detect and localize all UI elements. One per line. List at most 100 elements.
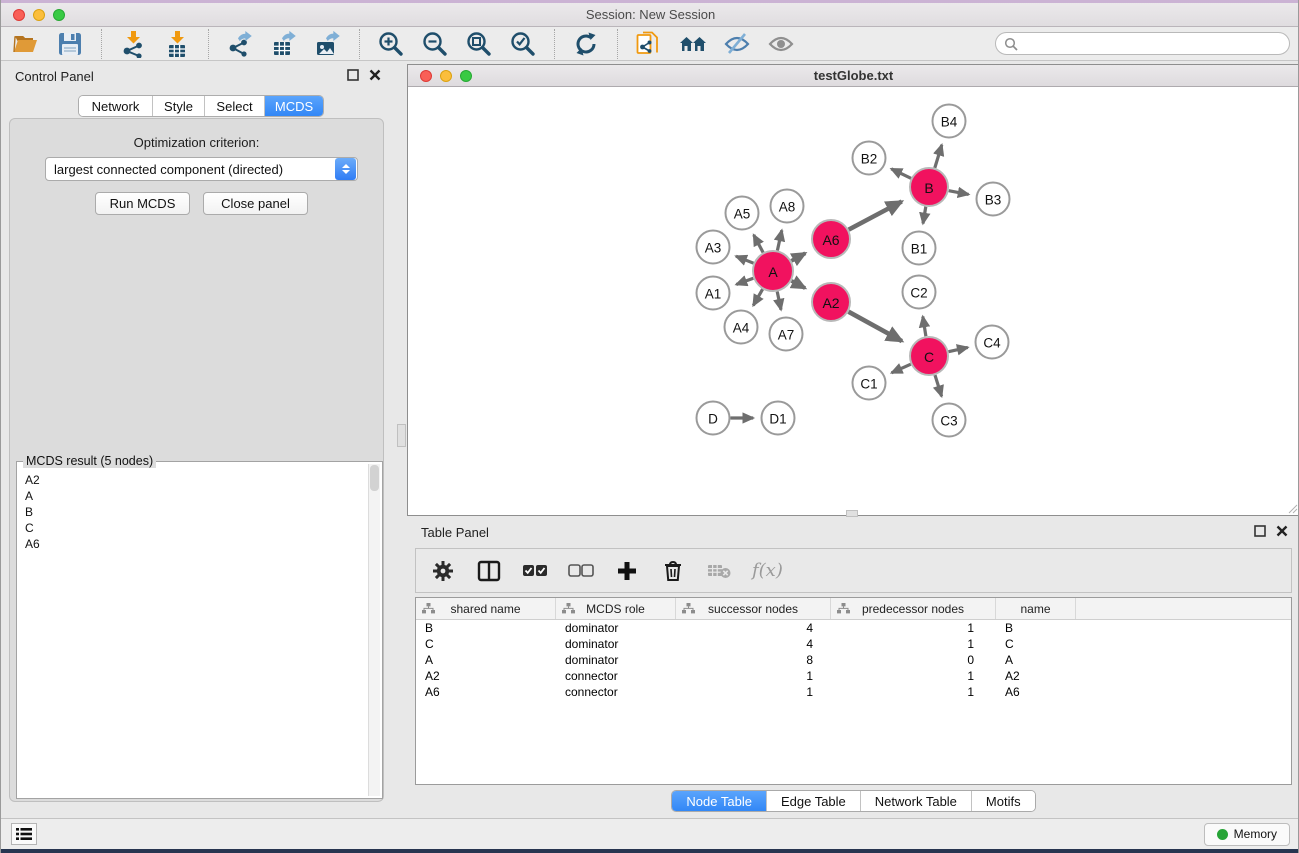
node-label-B: B xyxy=(924,180,933,196)
column-header-mcds-role[interactable]: MCDS role xyxy=(556,598,676,619)
table-row[interactable]: Adominator 80 A xyxy=(416,652,1291,668)
edge-A-A5[interactable] xyxy=(754,235,763,253)
column-header-shared-name[interactable]: shared name xyxy=(416,598,556,619)
save-session-icon[interactable] xyxy=(55,29,85,59)
memory-label: Memory xyxy=(1234,827,1277,841)
edge-B-B4[interactable] xyxy=(935,145,942,168)
column-header-name[interactable]: name xyxy=(996,598,1076,619)
node-label-A4: A4 xyxy=(733,321,750,336)
create-column-icon[interactable] xyxy=(614,558,640,584)
deselect-all-columns-icon[interactable] xyxy=(568,558,594,584)
edge-A-A1[interactable] xyxy=(736,278,753,284)
control-panel: Control Panel Network Style Select MCDS … xyxy=(1,61,391,818)
edge-A2-C[interactable] xyxy=(849,312,902,341)
export-image-icon[interactable] xyxy=(313,29,343,59)
delete-column-icon[interactable] xyxy=(660,558,686,584)
first-neighbors-icon[interactable] xyxy=(678,29,708,59)
new-network-from-selection-icon[interactable] xyxy=(634,29,664,59)
close-panel-button[interactable]: Close panel xyxy=(203,192,308,215)
tab-select[interactable]: Select xyxy=(205,96,265,116)
tab-style[interactable]: Style xyxy=(153,96,205,116)
list-item[interactable]: C xyxy=(25,520,40,536)
edge-A-A2[interactable] xyxy=(792,281,806,288)
tab-edge-table[interactable]: Edge Table xyxy=(767,791,861,811)
zoom-out-icon[interactable] xyxy=(420,29,450,59)
table-header-row: shared name MCDS role successor nodes pr… xyxy=(416,598,1291,620)
open-session-icon[interactable] xyxy=(11,29,41,59)
zoom-fit-icon[interactable] xyxy=(464,29,494,59)
function-builder-icon: f(x) xyxy=(752,560,783,581)
status-bar: Memory xyxy=(1,818,1299,849)
edge-A6-B[interactable] xyxy=(849,202,902,230)
edge-A-A8[interactable] xyxy=(777,230,781,250)
close-table-panel-icon[interactable] xyxy=(1276,525,1288,537)
float-table-panel-icon[interactable] xyxy=(1254,525,1266,537)
show-column-panel-icon[interactable] xyxy=(476,558,502,584)
toolbar-separator xyxy=(554,29,555,59)
list-item[interactable]: B xyxy=(25,504,40,520)
list-item[interactable]: A6 xyxy=(25,536,40,552)
edge-A-A4[interactable] xyxy=(753,289,762,305)
edge-A-A3[interactable] xyxy=(736,256,754,263)
edge-B-B1[interactable] xyxy=(923,207,926,224)
table-row[interactable]: A2connector 11 A2 xyxy=(416,668,1291,684)
tab-network-table[interactable]: Network Table xyxy=(861,791,972,811)
select-all-columns-icon[interactable] xyxy=(522,558,548,584)
import-table-icon[interactable] xyxy=(162,29,192,59)
tab-mcds[interactable]: MCDS xyxy=(265,96,323,116)
column-header-predecessor-nodes[interactable]: predecessor nodes xyxy=(831,598,996,619)
list-item[interactable]: A2 xyxy=(25,472,40,488)
tab-network[interactable]: Network xyxy=(79,96,153,116)
export-table-icon[interactable] xyxy=(269,29,299,59)
node-label-B2: B2 xyxy=(861,152,878,167)
resize-grip-icon[interactable] xyxy=(1286,502,1298,514)
column-header-empty xyxy=(1076,598,1291,619)
column-header-successor-nodes[interactable]: successor nodes xyxy=(676,598,831,619)
network-canvas[interactable]: AA1A2A3A4A5A6A7A8BB1B2B3B4CC1C2C3C4DD1 xyxy=(408,88,1299,515)
vertical-split-grabber[interactable] xyxy=(397,424,406,447)
node-label-A3: A3 xyxy=(705,241,722,256)
edge-B-B2[interactable] xyxy=(891,169,911,179)
memory-button[interactable]: Memory xyxy=(1204,823,1290,846)
criterion-value: largest connected component (directed) xyxy=(46,162,335,177)
shared-column-icon xyxy=(562,603,575,614)
search-box[interactable] xyxy=(995,32,1290,55)
table-row[interactable]: Bdominator 41 B xyxy=(416,620,1291,636)
list-item[interactable]: A xyxy=(25,488,40,504)
zoom-selected-icon[interactable] xyxy=(508,29,538,59)
table-settings-gear-icon[interactable] xyxy=(430,558,456,584)
show-all-icon[interactable] xyxy=(766,29,796,59)
edge-C-C1[interactable] xyxy=(892,364,911,373)
control-panel-title: Control Panel xyxy=(15,69,94,84)
hide-selected-icon[interactable] xyxy=(722,29,752,59)
node-label-C: C xyxy=(924,349,934,365)
zoom-in-icon[interactable] xyxy=(376,29,406,59)
float-panel-icon[interactable] xyxy=(347,69,359,81)
tab-node-table[interactable]: Node Table xyxy=(672,791,767,811)
edge-C-C3[interactable] xyxy=(935,375,942,396)
node-label-A6: A6 xyxy=(822,232,839,248)
table-row[interactable]: Cdominator 41 C xyxy=(416,636,1291,652)
result-scrollbar[interactable] xyxy=(368,464,380,796)
import-network-icon[interactable] xyxy=(118,29,148,59)
edge-A-A7[interactable] xyxy=(777,292,781,310)
horizontal-split-grabber[interactable] xyxy=(846,510,858,517)
task-history-button[interactable] xyxy=(11,823,37,845)
close-panel-icon[interactable] xyxy=(369,69,381,81)
mcds-result-box: MCDS result (5 nodes) A2 A B C A6 xyxy=(16,461,383,799)
search-input[interactable] xyxy=(1023,37,1281,51)
edge-C-C4[interactable] xyxy=(949,347,968,351)
application-window: Session: New Session xyxy=(0,0,1299,853)
edge-A-A6[interactable] xyxy=(791,253,805,261)
run-mcds-button[interactable]: Run MCDS xyxy=(95,192,190,215)
tab-motifs[interactable]: Motifs xyxy=(972,791,1035,811)
edge-C-C2[interactable] xyxy=(923,317,926,337)
refresh-layout-icon[interactable] xyxy=(571,29,601,59)
node-label-B1: B1 xyxy=(911,242,928,257)
network-window-titlebar[interactable]: testGlobe.txt xyxy=(408,65,1299,87)
network-view-window: testGlobe.txt AA1A2A3A4A5A6A7A8BB1B2B3B4… xyxy=(407,64,1299,516)
table-row[interactable]: A6connector 11 A6 xyxy=(416,684,1291,700)
criterion-dropdown[interactable]: largest connected component (directed) xyxy=(45,157,358,181)
edge-B-B3[interactable] xyxy=(949,191,969,195)
export-network-icon[interactable] xyxy=(225,29,255,59)
